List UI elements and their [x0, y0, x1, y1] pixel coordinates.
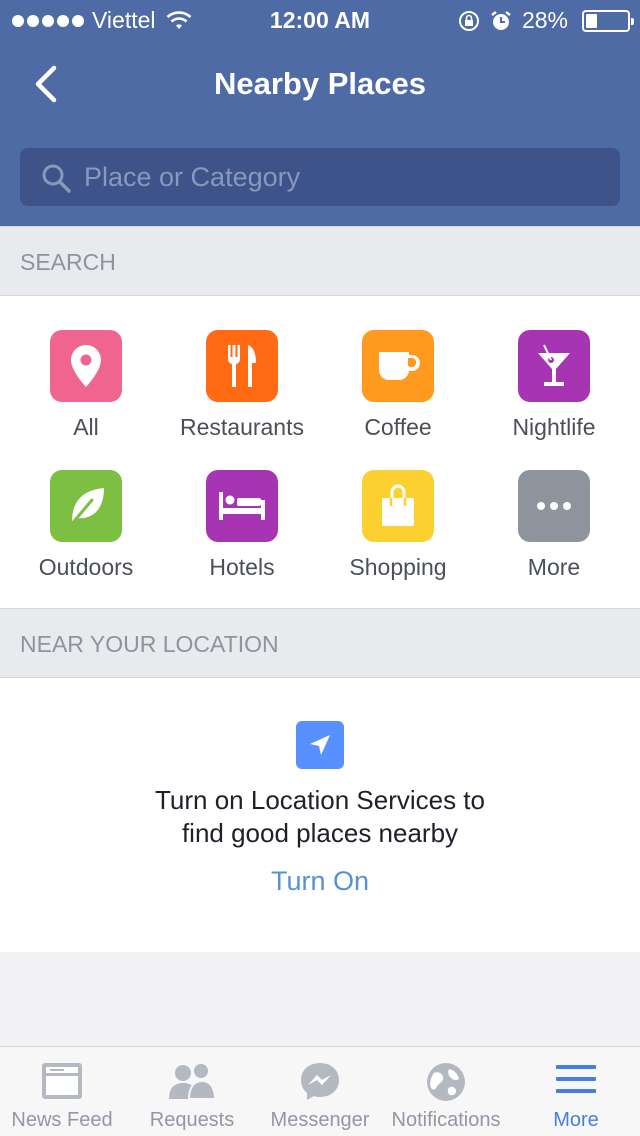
location-message: Turn on Location Services to find good p… — [0, 784, 640, 850]
location-services-prompt: Turn on Location Services to find good p… — [0, 678, 640, 952]
category-tile — [206, 330, 278, 402]
coffee-cup-icon — [379, 352, 420, 380]
location-message-line1: Turn on Location Services to — [155, 785, 485, 815]
battery-icon — [582, 9, 634, 32]
category-tile — [518, 330, 590, 402]
globe-icon — [427, 1063, 465, 1101]
tab-bar: News Feed Requests Messenger Notificatio… — [0, 1046, 640, 1136]
tab-requests[interactable]: Requests — [130, 1047, 254, 1136]
bed-icon — [219, 492, 265, 520]
battery-level — [586, 13, 597, 28]
search-bar[interactable] — [20, 148, 620, 206]
section-header-near-location: NEAR YOUR LOCATION — [0, 608, 640, 678]
tab-label: More — [553, 1109, 599, 1131]
ellipsis-icon — [537, 502, 571, 510]
fork-knife-icon — [227, 345, 256, 387]
tab-messenger[interactable]: Messenger — [256, 1047, 384, 1136]
category-restaurants[interactable]: Restaurants — [164, 330, 320, 441]
hamburger-menu-icon — [556, 1065, 596, 1093]
category-tile — [206, 470, 278, 542]
category-label: Outdoors — [38, 554, 134, 580]
category-label: Nightlife — [512, 414, 596, 440]
category-label: Restaurants — [179, 414, 304, 440]
tab-more[interactable]: More — [516, 1047, 636, 1136]
news-feed-icon — [42, 1063, 82, 1099]
tab-label: Notifications — [391, 1109, 501, 1131]
location-arrow-icon — [296, 721, 344, 769]
category-tile — [50, 470, 122, 542]
category-tile — [362, 470, 434, 542]
category-coffee[interactable]: Coffee — [320, 330, 476, 441]
map-pin-icon — [71, 345, 101, 387]
tab-news-feed[interactable]: News Feed — [0, 1047, 124, 1136]
alarm-clock-icon — [491, 10, 511, 30]
category-label: Shopping — [349, 554, 447, 580]
section-header-search: SEARCH — [0, 226, 640, 296]
category-shopping[interactable]: Shopping — [320, 470, 476, 581]
category-grid: All Restaurants Coffee Nightlife Outdoor… — [0, 296, 640, 608]
category-label: All — [73, 414, 99, 440]
rotation-lock-icon — [458, 10, 479, 31]
navigation-header: Viettel 12:00 AM 28% Nearby Places Place… — [0, 0, 640, 226]
location-message-line2: find good places nearby — [181, 818, 459, 848]
shopping-bag-icon — [382, 484, 414, 526]
category-label: More — [527, 554, 581, 580]
search-icon — [42, 164, 71, 193]
category-label: Hotels — [209, 554, 275, 580]
battery-percent: 28% — [521, 7, 568, 33]
category-tile — [362, 330, 434, 402]
status-bar: Viettel 12:00 AM 28% — [0, 0, 640, 40]
category-tile — [518, 470, 590, 542]
friends-icon — [169, 1062, 217, 1100]
tab-label: News Feed — [11, 1109, 113, 1131]
search-input[interactable] — [84, 156, 604, 198]
tab-label: Requests — [149, 1109, 235, 1131]
leaf-icon — [68, 488, 104, 528]
tab-label: Messenger — [270, 1109, 370, 1131]
category-outdoors[interactable]: Outdoors — [8, 470, 164, 581]
turn-on-button[interactable]: Turn On — [0, 866, 640, 897]
category-all[interactable]: All — [8, 330, 164, 441]
category-label: Coffee — [364, 414, 432, 440]
category-tile — [50, 330, 122, 402]
category-nightlife[interactable]: Nightlife — [476, 330, 632, 441]
cocktail-icon — [538, 344, 570, 386]
page-title: Nearby Places — [214, 66, 426, 101]
category-more[interactable]: More — [476, 470, 632, 581]
tab-notifications[interactable]: Notifications — [386, 1047, 506, 1136]
messenger-icon — [301, 1063, 339, 1100]
category-hotels[interactable]: Hotels — [164, 470, 320, 581]
